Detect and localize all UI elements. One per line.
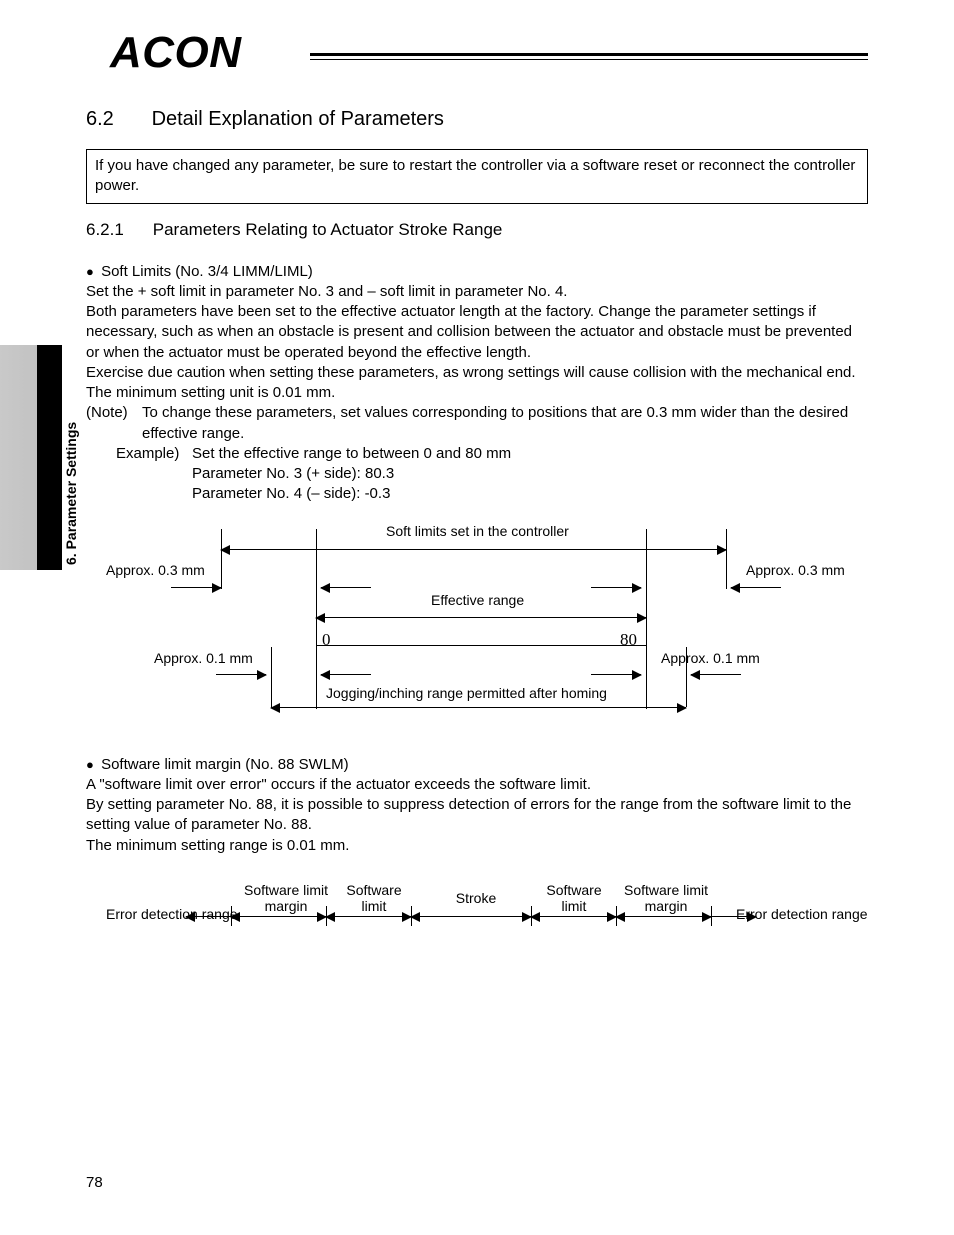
paragraph: The minimum setting unit is 0.01 mm. [86,383,868,403]
bullet-text: Software limit margin (No. 88 SWLM) [101,756,349,773]
soft-limit-diagram: Soft limits set in the controller Approx… [86,517,868,727]
diagram-label: margin [621,898,711,914]
warning-box: If you have changed any parameter, be su… [86,149,868,204]
diagram-label: Software [534,882,614,898]
chapter-tab: 6. Parameter Settings [0,345,62,570]
diagram-label: Jogging/inching range permitted after ho… [326,685,607,701]
bullet-soft-limits: ● Soft Limits (No. 3/4 LIMM/LIML) [86,262,868,282]
subsection-number: 6.2.1 [86,220,148,240]
diagram-label: Approx. 0.1 mm [661,650,760,666]
chapter-tab-label: 6. Parameter Settings [63,422,79,565]
brand-rule [310,53,868,60]
diagram-tick: 0 [322,630,331,650]
diagram-label: Error detection range [106,906,216,922]
section-heading: 6.2 Detail Explanation of Parameters [86,108,868,131]
bullet-swlm: ● Software limit margin (No. 88 SWLM) [86,755,868,775]
bullet-icon: ● [86,264,101,279]
example-line: Parameter No. 4 (– side): -0.3 [86,484,868,504]
section-title: Detail Explanation of Parameters [152,108,444,130]
example-line: Parameter No. 3 (+ side): 80.3 [86,464,868,484]
subsection-heading: 6.2.1 Parameters Relating to Actuator St… [86,220,868,240]
example-text: Set the effective range to between 0 and… [192,445,511,462]
note-text: To change these parameters, set values c… [142,404,848,441]
paragraph: The minimum setting range is 0.01 mm. [86,836,868,856]
diagram-label: Software limit [241,882,331,898]
diagram-label: Approx. 0.1 mm [154,650,253,666]
diagram-label: Approx. 0.3 mm [106,562,205,578]
section-number: 6.2 [86,108,146,131]
example-tag: Example) [116,444,192,464]
paragraph: A "software limit over error" occurs if … [86,775,868,795]
diagram-tick: 80 [620,630,637,650]
bullet-text: Soft Limits (No. 3/4 LIMM/LIML) [101,263,313,280]
diagram-label: Software [334,882,414,898]
paragraph: By setting parameter No. 88, it is possi… [86,795,868,836]
note-tag: (Note) [86,403,142,423]
paragraph: Exercise due caution when setting these … [86,363,868,383]
diagram-label: Approx. 0.3 mm [746,562,845,578]
diagram-label: Soft limits set in the controller [386,523,569,539]
brand-logo: ACON [110,28,242,78]
paragraph: Both parameters have been set to the eff… [86,302,868,363]
subsection-title: Parameters Relating to Actuator Stroke R… [153,220,503,239]
diagram-label: Effective range [431,592,524,608]
swlm-diagram: Software limit Software Stroke Software … [86,876,868,956]
diagram-label: Stroke [436,890,516,906]
paragraph: Set the + soft limit in parameter No. 3 … [86,282,868,302]
example-line: Example)Set the effective range to betwe… [86,444,868,464]
diagram-label: Software limit [621,882,711,898]
note-line: (Note)To change these parameters, set va… [86,403,868,444]
bullet-icon: ● [86,757,101,772]
diagram-label: limit [534,898,614,914]
page-number: 78 [86,1174,103,1191]
